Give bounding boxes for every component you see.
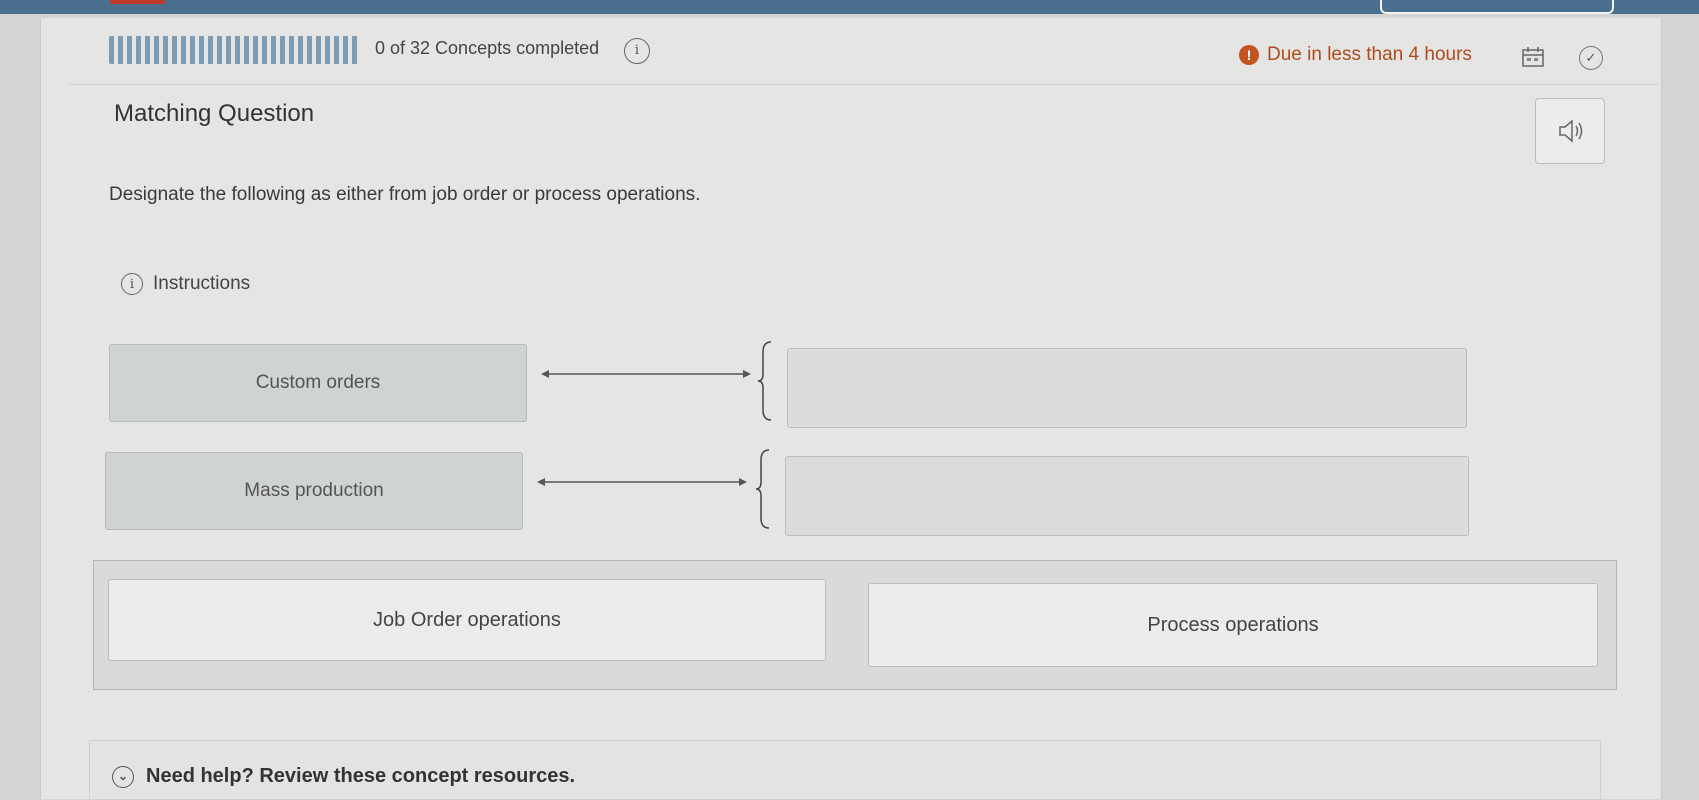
- answer-choice-bank: Job Order operations Process operations: [93, 560, 1617, 690]
- question-prompt: Designate the following as either from j…: [109, 184, 701, 205]
- chevron-down-icon: ⌄: [112, 765, 134, 788]
- check-circle-icon[interactable]: ✓: [1579, 46, 1603, 70]
- due-notice: ! Due in less than 4 hours: [1239, 44, 1472, 66]
- choice-job-order-operations[interactable]: Job Order operations: [108, 579, 826, 661]
- alert-icon: !: [1239, 45, 1259, 65]
- instructions-info-icon: i: [121, 273, 143, 295]
- brace-icon: [755, 449, 770, 529]
- choice-process-operations[interactable]: Process operations: [868, 583, 1598, 667]
- question-card: 0 of 32 Concepts completed i ! Due in le…: [40, 18, 1662, 800]
- top-bar: [0, 0, 1699, 14]
- concepts-progress-text: 0 of 32 Concepts completed: [375, 38, 600, 58]
- progress-info-icon[interactable]: i: [624, 38, 650, 64]
- help-resources-panel: ⌄ Need help? Review these concept resour…: [89, 740, 1601, 800]
- speaker-icon: [1559, 119, 1583, 143]
- double-arrow-icon: [537, 478, 747, 486]
- brace-icon: [757, 341, 772, 421]
- due-text: Due in less than 4 hours: [1267, 44, 1472, 65]
- instructions-label: Instructions: [153, 273, 251, 294]
- question-title: Matching Question: [114, 100, 315, 127]
- concepts-progress-bar: [109, 36, 359, 64]
- term-mass-production[interactable]: Mass production: [105, 452, 523, 530]
- read-aloud-button[interactable]: [1535, 98, 1605, 164]
- term-custom-orders[interactable]: Custom orders: [109, 344, 527, 422]
- help-resources-toggle[interactable]: ⌄ Need help? Review these concept resour…: [112, 765, 575, 788]
- top-right-tab[interactable]: [1380, 0, 1614, 14]
- double-arrow-icon: [541, 370, 751, 378]
- instructions-toggle[interactable]: i Instructions: [121, 273, 250, 295]
- calendar-icon[interactable]: [1521, 46, 1545, 68]
- top-red-tab: [110, 0, 165, 4]
- help-resources-label: Need help? Review these concept resource…: [146, 765, 576, 787]
- drop-zone-custom-orders[interactable]: [787, 348, 1467, 428]
- drop-zone-mass-production[interactable]: [785, 456, 1469, 536]
